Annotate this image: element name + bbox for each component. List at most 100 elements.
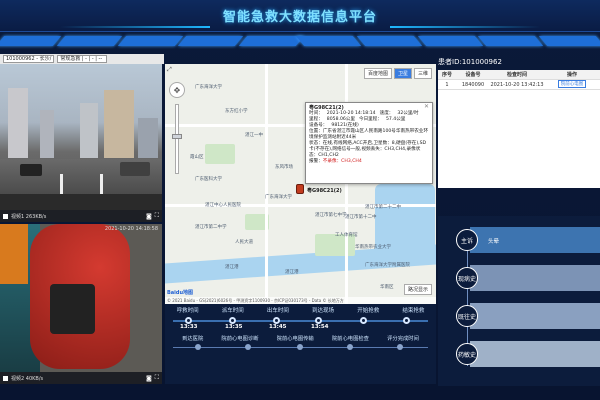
video-stream-2[interactable]: 2021-10-20 14:18:58	[0, 224, 162, 372]
map-type-switch: 百度地图 卫星 三维	[363, 68, 432, 79]
timeline-stage2-label: 到达医院	[182, 336, 204, 342]
ambulance-marker[interactable]	[296, 184, 304, 194]
history-item-chief-complaint[interactable]: 主诉 头晕	[438, 220, 600, 260]
camera-icon[interactable]: ◙	[146, 213, 152, 220]
map-copyright: © 2021 Baidu - GS(2021)6026号 - 甲测资字11009…	[165, 297, 436, 304]
info-location: 广东省湛江市霞山区人民南路100号华南热带农业环境保护监测站附近44米	[309, 129, 429, 140]
history-band	[470, 303, 600, 329]
stripe	[117, 36, 183, 46]
map-poi[interactable]: 东方红小学	[225, 108, 248, 114]
stream-1-label: 视频1 263KB/s	[11, 213, 47, 220]
map-type-3d[interactable]: 三维	[413, 68, 432, 79]
info-location-row: 位置：广东省湛江市霞山区人民南路100号华南热带农业环境保护监测站附近44米	[309, 129, 429, 141]
timeline-node-2[interactable]	[297, 344, 303, 350]
timeline-time: 13:45	[269, 324, 287, 330]
building	[104, 90, 134, 158]
video-stream-1[interactable]	[0, 64, 162, 210]
patient-id-value: 101000962	[461, 58, 502, 66]
map-poi[interactable]: 湛江港	[225, 264, 239, 270]
timeline-node-2[interactable]	[347, 344, 353, 350]
map-poi[interactable]: 霞山区	[190, 154, 204, 160]
channel-select[interactable]: 常规急救 | - | - | --	[57, 55, 108, 63]
timeline-node-2[interactable]	[397, 344, 403, 350]
rescue-timeline: 呼救时间 派车时间 出车时间 到达现场 开始抢救 结束抢救 13:33 13:3…	[165, 304, 436, 384]
video-timestamp: 2021-10-20 14:18:58	[104, 226, 158, 232]
header-glow-left	[60, 26, 210, 28]
header-glow-right	[390, 26, 540, 28]
timeline-node-2[interactable]	[195, 344, 201, 350]
history-item-past-history[interactable]: 既往史	[438, 296, 600, 336]
map-poi[interactable]: 东风市场	[275, 164, 293, 170]
timeline-node[interactable]	[229, 317, 236, 324]
map-pan-control[interactable]: ✥	[169, 82, 185, 98]
timeline-stage2-label: 院前心电图诊断	[221, 336, 259, 342]
table-row[interactable]: 1 1840090 2021-10-20 13:42:13 院前心电图	[438, 79, 600, 90]
map-poi[interactable]: 湛江市第七中学	[315, 212, 347, 218]
map-poi[interactable]: 广东海洋大学	[195, 84, 222, 90]
timeline-node[interactable]	[273, 317, 280, 324]
app-root: 智能急救大数据信息平台 101000962 - 长沙/ 常规急救 | - | -…	[0, 0, 600, 400]
map-poi[interactable]: 华南热带农业大学	[355, 244, 391, 250]
camera-icon[interactable]: ◙	[146, 375, 152, 382]
map-poi[interactable]: 湛江中心人民医院	[205, 202, 241, 208]
building	[8, 88, 28, 158]
map-poi[interactable]: 广东海洋大学	[265, 194, 292, 200]
map-poi[interactable]: 广东海洋大学附属医院	[365, 262, 410, 268]
traffic-toggle[interactable]: 路况显示	[403, 284, 432, 295]
timeline-stage-labels-2: 到达医院 院前心电图诊断 院前心电图传输 院前心电图检查 评分完成时间	[173, 334, 428, 342]
map-poi[interactable]: 工人体育馆	[335, 232, 358, 238]
info-alarm: 不录像：CH3,CH4	[322, 159, 362, 164]
map-road	[265, 64, 268, 304]
fullscreen-icon[interactable]: ⛶	[155, 374, 159, 382]
baidu-logo[interactable]: Baidu地图	[167, 289, 193, 296]
map-zoom-handle[interactable]	[172, 134, 182, 139]
timeline-stage-label: 出车时间	[266, 308, 289, 314]
info-today-label: 今日里程：	[358, 117, 382, 122]
map-view[interactable]: 广东海洋大学 东方红小学 霞山区 湛江一中 广东医科大学 广东海洋大学 湛江市第…	[165, 64, 436, 304]
timeline-time: 13:35	[225, 324, 243, 330]
map-poi[interactable]: 人民大道	[235, 239, 253, 245]
stripe	[56, 36, 122, 46]
map-poi[interactable]: 湛江一中	[245, 132, 263, 138]
timeline-stage-labels: 呼救时间 派车时间 出车时间 到达现场 开始抢救 结束抢救	[165, 306, 436, 314]
history-item-drug-allergy[interactable]: 药敏史	[438, 334, 600, 374]
stop-icon[interactable]	[3, 213, 8, 219]
history-label: 药敏史	[456, 343, 478, 365]
map-type-normal[interactable]: 百度地图	[363, 68, 392, 79]
timeline-node[interactable]	[403, 317, 410, 324]
info-status: 在线,有线网络,ACC开启,卫星数：8,硬盘(存在),SD卡(不存在),网络信号…	[309, 141, 427, 158]
timeline-line	[173, 320, 428, 322]
device-select[interactable]: 101000962 - 长沙/	[3, 55, 55, 63]
view-ecg-button[interactable]: 院前心电图	[557, 79, 587, 88]
video-toolbar: 101000962 - 长沙/ 常规急救 | - | - | --	[0, 54, 164, 64]
timeline-node[interactable]	[315, 317, 322, 324]
timeline-stage-label: 到达现场	[312, 308, 335, 314]
map-type-satellite[interactable]: 卫星	[393, 68, 412, 79]
timeline-node-2[interactable]	[245, 344, 251, 350]
fullscreen-icon[interactable]: ⛶	[155, 212, 159, 220]
history-label: 既往史	[456, 305, 478, 327]
map-poi[interactable]: 湛江市第二中学	[195, 224, 227, 230]
stripe	[238, 36, 305, 46]
car	[20, 164, 42, 176]
map-fullscreen-icon[interactable]: ⤢	[167, 66, 172, 74]
map-poi[interactable]: 湛江港	[285, 269, 299, 275]
info-alarm-label: 报警：	[309, 159, 323, 164]
building	[80, 103, 98, 158]
timeline-node[interactable]	[360, 317, 367, 324]
history-label: 现病史	[456, 267, 478, 289]
history-item-present-illness[interactable]: 现病史	[438, 258, 600, 298]
history-band	[470, 265, 600, 291]
vehicle-label: 粤G98C21(2)	[307, 188, 342, 194]
cell-action: 院前心电图	[544, 79, 600, 90]
map-poi[interactable]: 华南区	[380, 284, 394, 290]
close-icon[interactable]: ✕	[424, 104, 429, 110]
page-title: 智能急救大数据信息平台	[222, 10, 377, 25]
map-poi[interactable]: 湛江市第十二中	[345, 214, 377, 220]
map-poi[interactable]: 湛江市第二十二中	[365, 204, 401, 210]
timeline-node[interactable]	[185, 317, 192, 324]
map-zoom-slider[interactable]	[175, 104, 179, 174]
medical-history: 主诉 头晕 现病史 既往史 药敏史	[438, 216, 600, 386]
stop-icon[interactable]	[3, 375, 8, 381]
map-poi[interactable]: 广东医科大学	[195, 176, 222, 182]
